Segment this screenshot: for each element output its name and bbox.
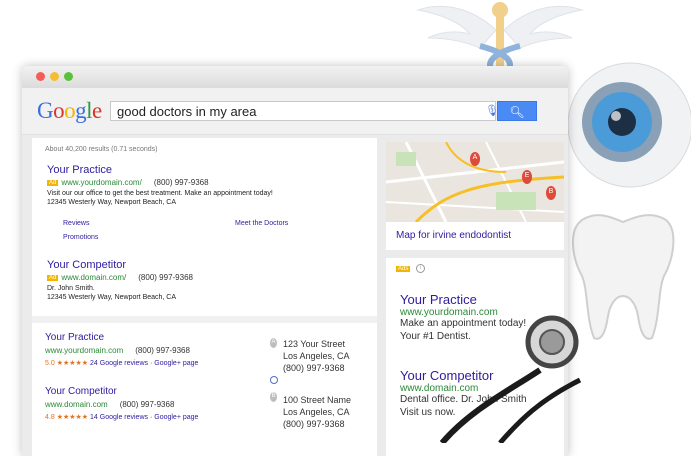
result-phone: (800) 997-9368 [153, 178, 209, 187]
result-url[interactable]: www.yourdomain.com/ [61, 178, 141, 187]
result-title[interactable]: Your Competitor [47, 259, 367, 271]
reviews-link[interactable]: 14 Google reviews [90, 414, 148, 421]
local-result-phone: (800) 997-9368 [135, 346, 190, 355]
rating-stars: ★★★★★ [56, 360, 89, 367]
rating-value: 4.8 [45, 414, 55, 421]
ad-result-practice: Your Practice Ad www.yourdomain.com/ (800)… [47, 164, 367, 206]
search-button[interactable]: 🔍︎ [497, 101, 537, 121]
google-plus-link[interactable]: Google+ page [154, 414, 198, 421]
minimize-window-button[interactable] [50, 72, 59, 81]
result-address: 12345 Westerly Way, Newport Beach, CA [47, 294, 177, 301]
result-title[interactable]: Your Practice [47, 164, 367, 176]
map-caption-link[interactable]: Map for irvine endodontist [386, 222, 564, 250]
map-pin-icon: B [270, 392, 277, 402]
map-pin-icon: B [546, 186, 556, 200]
sitelink-meet-doctors[interactable]: Meet the Doctors [235, 220, 288, 227]
reviews-link[interactable]: 24 Google reviews [90, 360, 148, 367]
result-address: 12345 Westerly Way, Newport Beach, CA [47, 199, 177, 206]
address-phone: (800) 997-9368 [283, 419, 345, 429]
result-stats: About 40,200 results (0.71 seconds) [45, 146, 158, 153]
city: Los Angeles, CA [283, 351, 350, 361]
eye-illustration [567, 62, 691, 188]
local-result-url[interactable]: www.yourdomain.com [45, 346, 123, 355]
result-description: Visit our our office to get the best tre… [47, 190, 273, 197]
maximize-window-button[interactable] [64, 72, 73, 81]
search-icon: 🔍︎ [509, 105, 525, 119]
close-window-button[interactable] [36, 72, 45, 81]
stethoscope-illustration [440, 315, 582, 443]
local-result-phone: (800) 997-9368 [119, 400, 175, 409]
ad-badge: Ad [47, 275, 59, 282]
google-logo[interactable]: Google [37, 98, 102, 124]
rating-stars: ★★★★★ [56, 414, 89, 421]
search-results: About 40,200 results (0.71 seconds) Your… [32, 138, 377, 456]
rating-value: 5.0 [45, 360, 55, 367]
local-result: Your Practice www.yourdomain.com (800) 99… [45, 332, 275, 367]
ad-badge: Ad [47, 180, 59, 187]
result-description: Dr. John Smith. [47, 285, 95, 292]
local-result-url[interactable]: www.domain.com [45, 400, 108, 409]
map-thumbnail[interactable]: A E B [386, 142, 564, 222]
sitelink-reviews[interactable]: Reviews [63, 220, 89, 227]
city: Los Angeles, CA [283, 407, 350, 417]
search-input[interactable]: good doctors in my area [110, 101, 496, 121]
ad-result-competitor: Your Competitor Ad www.domain.com/ (800) 9… [47, 259, 367, 301]
street: 100 Street Name [283, 395, 352, 405]
google-plus-link[interactable]: Google+ page [154, 360, 198, 367]
ads-badge: Ads [396, 266, 411, 272]
result-url[interactable]: www.domain.com/ [61, 273, 126, 282]
address-phone: (800) 997-9368 [283, 363, 345, 373]
sitelink-promotions[interactable]: Promotions [63, 234, 98, 241]
local-address: 100 Street Name Los Angeles, CA (800) 99… [283, 394, 351, 430]
section-divider [32, 316, 377, 323]
search-header: Google good doctors in my area 🎙 🔍︎ [22, 88, 568, 135]
street: 123 Your Street [283, 339, 346, 349]
local-result: Your Competitor www.domain.com (800) 997-… [45, 386, 275, 421]
map-pin-icon: A [270, 338, 277, 348]
map-pin-icon: A [470, 152, 480, 166]
local-address: 123 Your Street Los Angeles, CA (800) 99… [283, 338, 350, 374]
info-icon[interactable]: i [416, 264, 425, 273]
circle-icon [270, 376, 278, 384]
title-bar [22, 66, 568, 89]
result-phone: (800) 997-9368 [138, 273, 193, 282]
local-result-title[interactable]: Your Practice [45, 332, 275, 343]
map-pin-icon: E [522, 170, 532, 184]
local-result-title[interactable]: Your Competitor [45, 386, 275, 397]
